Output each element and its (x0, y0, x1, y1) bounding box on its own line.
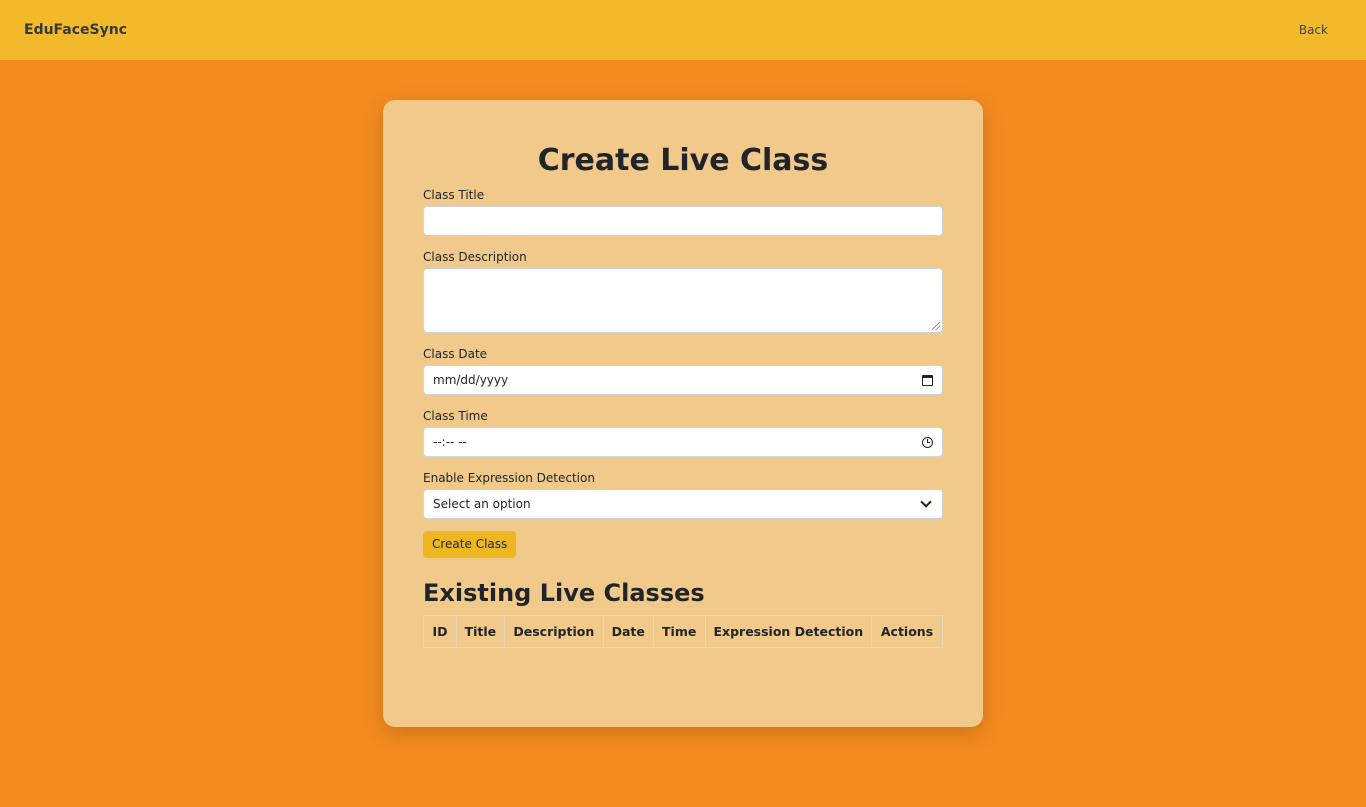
column-header-expression-detection: Expression Detection (704, 615, 873, 648)
create-class-button[interactable]: Create Class (423, 531, 517, 558)
class-title-text-input[interactable] (433, 214, 933, 228)
existing-classes-table: ID Title Description Date Time Expressio… (423, 615, 943, 648)
column-header-description: Description (503, 615, 604, 648)
table-header-row: ID Title Description Date Time Expressio… (423, 615, 943, 648)
class-time-group: Class Time --:-- -- (423, 406, 943, 457)
column-header-time: Time (652, 615, 706, 648)
class-description-group: Class Description (423, 247, 943, 333)
expression-detection-select[interactable]: Select an option (423, 489, 943, 519)
expression-detection-group: Enable Expression Detection Select an op… (423, 468, 943, 519)
resize-handle-icon[interactable] (932, 322, 940, 330)
chevron-down-icon (920, 495, 932, 508)
column-header-title: Title (455, 615, 505, 648)
class-description-textarea[interactable] (423, 268, 943, 333)
class-title-label: Class Title (423, 188, 485, 202)
class-date-placeholder: mm/dd/yyyy (433, 373, 509, 387)
class-title-input[interactable] (423, 206, 943, 236)
class-description-label: Class Description (423, 250, 527, 264)
class-title-group: Class Title (423, 185, 943, 236)
brand-logo-text[interactable]: EduFaceSync (24, 22, 127, 38)
class-time-input[interactable]: --:-- -- (423, 427, 943, 457)
class-date-label: Class Date (423, 347, 488, 361)
class-date-group: Class Date mm/dd/yyyy (423, 344, 943, 395)
create-class-card: Create Live Class Class Title Class Desc… (383, 100, 983, 727)
back-link[interactable]: Back (1299, 23, 1328, 37)
clock-icon[interactable] (922, 436, 933, 448)
column-header-actions: Actions (871, 615, 943, 648)
expression-detection-label: Enable Expression Detection (423, 471, 595, 485)
column-header-id: ID (423, 615, 457, 648)
class-date-input[interactable]: mm/dd/yyyy (423, 365, 943, 395)
top-navbar: EduFaceSync Back (0, 0, 1366, 60)
calendar-icon[interactable] (922, 374, 933, 386)
class-time-label: Class Time (423, 409, 488, 423)
class-time-placeholder: --:-- -- (433, 435, 467, 449)
column-header-date: Date (602, 615, 654, 648)
page-title: Create Live Class (537, 143, 829, 178)
expression-detection-selected: Select an option (433, 497, 531, 511)
existing-classes-title: Existing Live Classes (423, 579, 705, 607)
